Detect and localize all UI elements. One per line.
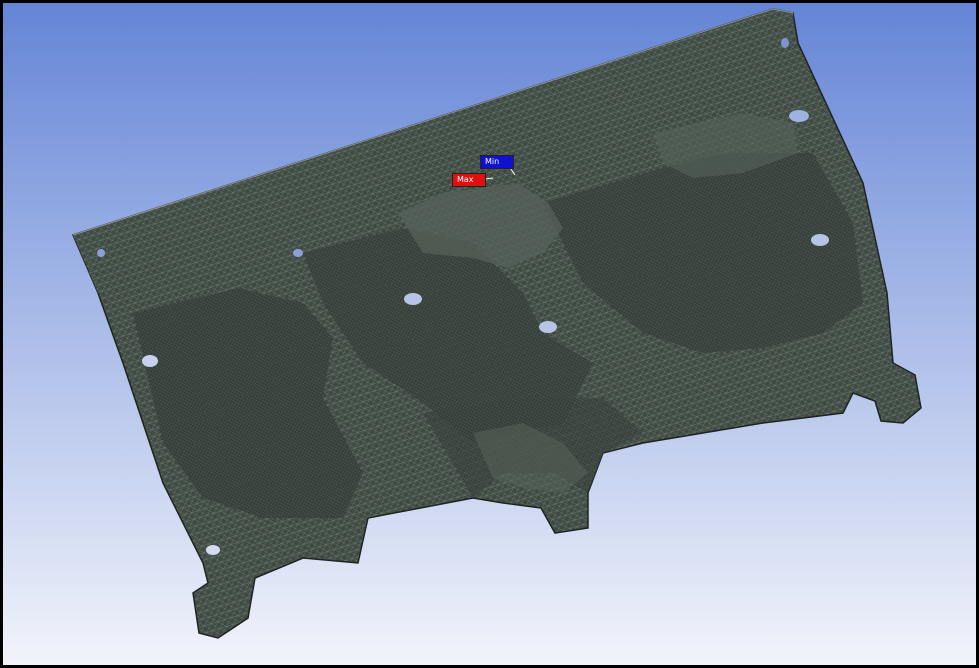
mesh-hole [789,110,809,122]
mesh-hole [142,355,158,367]
mesh-hole [97,249,105,257]
min-probe-label[interactable]: Min [480,155,514,169]
mesh-hole [781,38,789,48]
mesh-hole [293,249,303,257]
mesh-view[interactable] [3,3,976,665]
max-probe-label[interactable]: Max [452,173,486,187]
mesh-hole [206,545,220,555]
mesh-hole [811,234,829,246]
mesh-hole [539,321,557,333]
graphics-viewport[interactable]: Min Max [3,3,976,665]
mesh-hole [404,293,422,305]
